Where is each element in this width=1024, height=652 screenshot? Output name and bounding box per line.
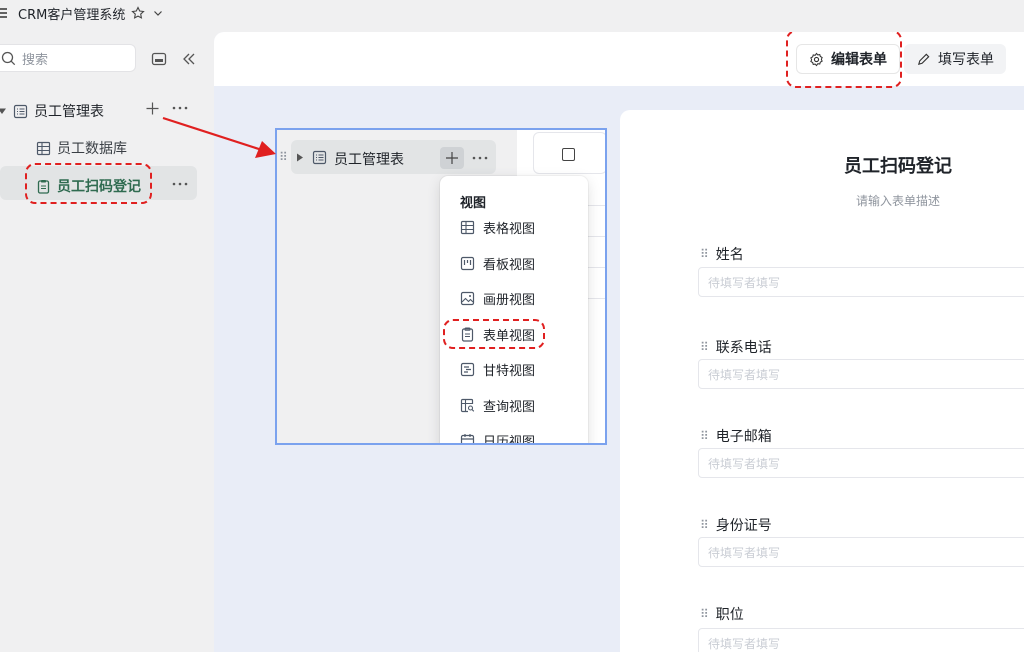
drag-handle-icon[interactable]: ⠿ bbox=[700, 247, 709, 261]
gallery-icon bbox=[460, 291, 475, 306]
list-table-icon bbox=[312, 150, 327, 165]
form-field-input[interactable]: 待填写者填写 bbox=[698, 267, 1024, 297]
checkbox-icon[interactable] bbox=[562, 148, 575, 161]
form-field-input[interactable]: 待填写者填写 bbox=[698, 537, 1024, 567]
drag-handle-icon[interactable]: ⠿ bbox=[700, 429, 709, 443]
gantt-icon bbox=[460, 362, 475, 377]
tree-item-label: 员工管理表 bbox=[34, 104, 104, 120]
add-icon bbox=[446, 152, 458, 164]
select-all-checkbox[interactable] bbox=[533, 132, 605, 174]
form-description[interactable]: 请输入表单描述 bbox=[620, 192, 1024, 209]
form-field-input[interactable]: 待填写者填写 bbox=[698, 628, 1024, 652]
grid-table-icon bbox=[36, 141, 51, 155]
more-icon[interactable] bbox=[172, 105, 188, 111]
zoom-inset-panel: ⠿ 员工管理表 视图 表格视图 看板视图 画册视图 表单视图 甘特视图 查询视图… bbox=[275, 128, 607, 445]
tree-item-employee-table[interactable]: 员工管理表 bbox=[0, 101, 104, 121]
table-icon bbox=[460, 220, 475, 235]
form-field-label: ⠿ 身份证号 bbox=[700, 518, 772, 534]
tree-item-label: 员工数据库 bbox=[57, 141, 127, 157]
tree-item-employee-database[interactable]: 员工数据库 bbox=[36, 138, 127, 158]
highlight-box bbox=[25, 163, 152, 204]
fill-form-label: 填写表单 bbox=[938, 52, 994, 68]
pencil-icon bbox=[917, 53, 930, 65]
calendar-icon bbox=[460, 434, 475, 443]
search-input[interactable]: 搜索 bbox=[0, 44, 136, 72]
form-preview-card: 员工扫码登记 请输入表单描述 ⠿ 姓名 待填写者填写 ⠿ 联系电话 待填写者填写 ⠿… bbox=[620, 110, 1024, 652]
add-view-button[interactable] bbox=[440, 147, 464, 169]
form-field-label: ⠿ 电子邮箱 bbox=[700, 429, 772, 445]
menu-item-kanban-view[interactable]: 看板视图 bbox=[460, 254, 535, 273]
form-field-label: ⠿ 职位 bbox=[700, 607, 744, 623]
form-field-input[interactable]: 待填写者填写 bbox=[698, 448, 1024, 478]
query-icon bbox=[460, 398, 475, 413]
drag-handle-icon[interactable]: ⠿ bbox=[700, 518, 709, 532]
form-field-input[interactable]: 待填写者填写 bbox=[698, 359, 1024, 389]
caret-down-icon[interactable] bbox=[0, 106, 7, 116]
search-placeholder: 搜索 bbox=[22, 52, 49, 68]
kanban-icon bbox=[460, 256, 475, 271]
drag-handle-icon[interactable]: ⠿ bbox=[279, 150, 288, 164]
menu-item-gantt-view[interactable]: 甘特视图 bbox=[460, 360, 535, 379]
chevron-down-icon[interactable] bbox=[151, 6, 165, 20]
app-title: CRM客户管理系统 bbox=[18, 7, 126, 23]
form-title: 员工扫码登记 bbox=[844, 156, 952, 177]
drag-handle-icon[interactable]: ⠿ bbox=[700, 340, 709, 354]
collapse-sidebar-icon[interactable] bbox=[180, 50, 198, 68]
menu-icon[interactable] bbox=[0, 6, 8, 20]
menu-item-calendar-view[interactable]: 日历视图 bbox=[460, 431, 535, 443]
menu-item-gallery-view[interactable]: 画册视图 bbox=[460, 289, 535, 308]
form-field-label: ⠿ 姓名 bbox=[700, 247, 744, 263]
form-toolbar: 编辑表单 填写表单 bbox=[214, 32, 1024, 88]
caret-right-icon[interactable] bbox=[296, 153, 304, 162]
add-view-menu: 视图 表格视图 看板视图 画册视图 表单视图 甘特视图 查询视图 日历视图 bbox=[440, 176, 588, 443]
panel-icon[interactable] bbox=[150, 50, 168, 68]
highlight-box bbox=[443, 319, 545, 349]
menu-item-table-view[interactable]: 表格视图 bbox=[460, 218, 535, 237]
more-icon[interactable] bbox=[472, 155, 488, 161]
list-table-icon bbox=[13, 104, 28, 118]
fill-form-button[interactable]: 填写表单 bbox=[904, 44, 1006, 74]
sidebar: 搜索 员工管理表 员工数据库 员工扫码登记 bbox=[0, 26, 214, 652]
more-icon[interactable] bbox=[172, 181, 188, 187]
star-icon[interactable] bbox=[131, 6, 146, 20]
menu-title: 视图 bbox=[460, 196, 487, 211]
title-bar: CRM客户管理系统 bbox=[0, 0, 1024, 26]
inset-row-label: 员工管理表 bbox=[334, 152, 404, 168]
search-icon bbox=[1, 51, 16, 65]
add-icon[interactable] bbox=[145, 101, 160, 116]
form-field-label: ⠿ 联系电话 bbox=[700, 340, 772, 356]
drag-handle-icon[interactable]: ⠿ bbox=[700, 607, 709, 621]
highlight-box bbox=[786, 32, 902, 88]
menu-item-query-view[interactable]: 查询视图 bbox=[460, 396, 535, 415]
